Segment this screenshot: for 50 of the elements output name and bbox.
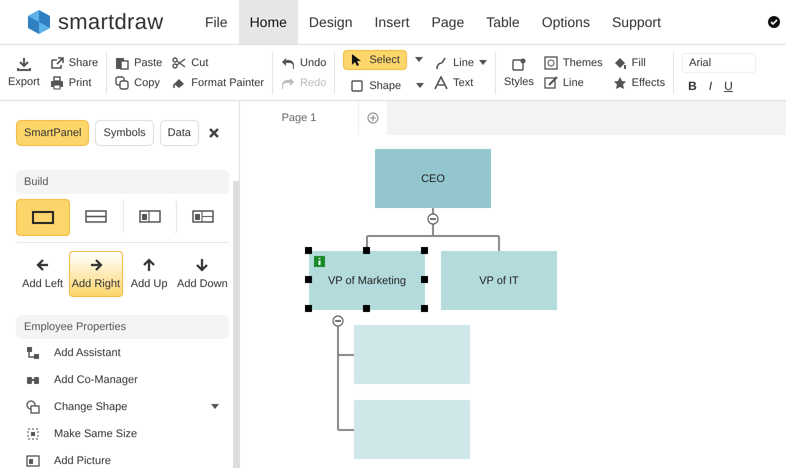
menu-tab[interactable]: Home — [238, 0, 298, 44]
node-label: VP of IT — [479, 274, 519, 286]
export-button[interactable]: Export — [8, 57, 40, 88]
property-item[interactable]: Add Assistant — [16, 339, 229, 366]
property-item[interactable]: Make Same Size — [16, 420, 229, 447]
tool-button[interactable]: Select — [343, 50, 407, 70]
property-item[interactable]: Add Picture — [16, 447, 229, 468]
format-button[interactable]: U — [724, 78, 733, 92]
menu-tab[interactable]: Support — [600, 0, 672, 44]
section-header: Build — [16, 170, 229, 194]
tool-button[interactable]: Text — [434, 76, 487, 90]
toolbar-button[interactable]: Format Painter — [172, 76, 264, 90]
property-item[interactable]: Change Shape — [16, 393, 229, 420]
menu-tab[interactable]: File — [194, 0, 239, 44]
menu-tab[interactable]: Design — [298, 0, 364, 44]
toolbar-button[interactable]: Print — [50, 76, 98, 90]
page-tab[interactable]: Page 1 — [240, 101, 358, 135]
panel-tab[interactable]: SmartPanel — [16, 120, 90, 146]
toolbar-button[interactable]: Effects — [612, 76, 666, 90]
node-label: CEO — [421, 172, 445, 184]
direction-button[interactable]: Add Left — [16, 251, 70, 297]
direction-button[interactable]: Add Down — [176, 251, 229, 297]
menu-tab[interactable]: Insert — [364, 0, 421, 44]
styles-button[interactable]: Styles — [504, 57, 534, 88]
font-field[interactable]: Arial — [682, 52, 756, 72]
menu-tab[interactable]: Table — [475, 0, 531, 44]
toolbar-button[interactable]: Themes — [544, 56, 603, 70]
format-button[interactable]: B — [688, 78, 697, 92]
property-item[interactable]: Add Co-Manager — [16, 366, 229, 393]
logo-text: smartdraw — [58, 9, 164, 35]
menu-tab[interactable]: Page — [420, 0, 476, 44]
toolbar-button[interactable]: Paste — [115, 56, 162, 70]
panel-tab[interactable]: Symbols — [95, 120, 154, 146]
direction-button[interactable]: Add Up — [122, 251, 176, 297]
toolbar-button[interactable]: Fill — [612, 56, 666, 70]
toolbar-button[interactable]: Copy — [115, 76, 162, 90]
toolbar-button[interactable]: Line — [544, 76, 603, 90]
toolbar-button[interactable]: Cut — [172, 56, 264, 70]
tool-button[interactable]: Shape — [343, 76, 408, 96]
tool-button[interactable]: Line — [434, 56, 487, 70]
org-chart-node[interactable]: CEO — [375, 149, 491, 208]
menu-tab[interactable]: Options — [530, 0, 601, 44]
toolbar-button[interactable]: Share — [50, 56, 98, 70]
node-label: VP of Marketing — [328, 274, 406, 286]
section-header: Employee Properties — [16, 315, 229, 339]
org-chart-node[interactable]: VP of IT — [441, 251, 557, 310]
format-button[interactable]: I — [708, 78, 712, 92]
direction-button[interactable]: Add Right — [69, 251, 122, 297]
toolbar-button[interactable]: Undo — [281, 56, 326, 70]
panel-tab[interactable]: Data — [160, 120, 199, 146]
